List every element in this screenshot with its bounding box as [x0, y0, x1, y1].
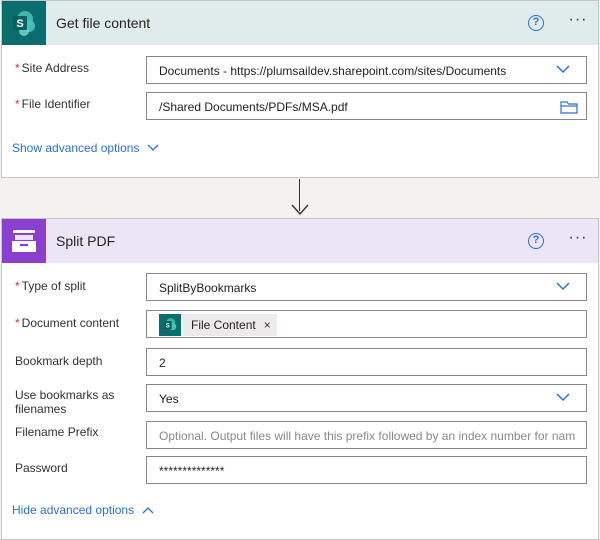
type-of-split-label: * Type of split	[15, 279, 86, 293]
chevron-down-icon[interactable]	[556, 281, 570, 291]
show-advanced-options-text: Show advanced options	[12, 141, 140, 155]
folder-icon[interactable]	[560, 100, 578, 114]
file-identifier-label: * File Identifier	[15, 97, 90, 111]
document-content-input[interactable]: S File Content ×	[146, 310, 587, 338]
document-content-label: * Document content	[15, 316, 119, 330]
svg-text:S: S	[16, 18, 23, 30]
svg-text:S: S	[166, 322, 170, 329]
card-title: Split PDF	[56, 233, 116, 249]
file-content-token[interactable]: S File Content ×	[159, 314, 277, 336]
plumsail-documents-icon	[2, 219, 46, 263]
token-label: File Content	[191, 318, 256, 332]
chevron-down-icon[interactable]	[556, 392, 570, 402]
file-identifier-label-text: File Identifier	[21, 97, 91, 111]
hide-advanced-options-link[interactable]: Hide advanced options	[12, 503, 154, 517]
help-icon[interactable]: ?	[528, 233, 544, 249]
type-of-split-dropdown[interactable]: SplitByBookmarks	[146, 273, 587, 301]
filename-prefix-input[interactable]: Optional. Output files will have this pr…	[146, 421, 587, 449]
arrow-down-icon	[291, 204, 309, 216]
bookmark-depth-label: Bookmark depth	[15, 354, 103, 368]
chevron-down-icon	[147, 144, 159, 151]
document-content-label-text: Document content	[21, 316, 120, 330]
password-label: Password	[15, 461, 68, 475]
bookmark-depth-value: 2	[159, 356, 166, 370]
hide-advanced-options-text: Hide advanced options	[12, 503, 135, 517]
required-marker: *	[15, 279, 20, 293]
split-pdf-card: Split PDF ? ··· * Type of split SplitByBo…	[1, 218, 599, 540]
required-marker: *	[15, 61, 20, 75]
card-header[interactable]: Split PDF ? ···	[2, 219, 598, 263]
site-address-label: * Site Address	[15, 61, 89, 75]
site-address-label-text: Site Address	[21, 61, 90, 75]
type-of-split-value: SplitByBookmarks	[159, 281, 257, 295]
password-input[interactable]: **************	[146, 456, 587, 484]
file-identifier-value: /Shared Documents/PDFs/MSA.pdf	[159, 100, 348, 114]
remove-token-icon[interactable]: ×	[264, 318, 271, 332]
use-bookmarks-as-filenames-dropdown[interactable]: Yes	[146, 384, 587, 412]
required-marker: *	[15, 316, 20, 330]
more-options-icon[interactable]: ···	[566, 230, 590, 249]
chevron-up-icon	[142, 507, 154, 514]
file-identifier-input[interactable]: /Shared Documents/PDFs/MSA.pdf	[146, 92, 587, 120]
filename-prefix-placeholder: Optional. Output files will have this pr…	[159, 429, 576, 443]
card-header[interactable]: S Get file content ? ···	[2, 1, 598, 45]
password-value: **************	[159, 464, 225, 478]
filename-prefix-label: Filename Prefix	[15, 425, 99, 439]
use-bookmarks-as-filenames-label: Use bookmarks as filenames	[15, 388, 115, 416]
card-title: Get file content	[56, 15, 151, 31]
chevron-down-icon[interactable]	[556, 64, 570, 74]
site-address-dropdown[interactable]: Documents - https://plumsaildev.sharepoi…	[146, 56, 587, 84]
type-of-split-label-text: Type of split	[21, 279, 86, 293]
sharepoint-icon: S	[2, 1, 46, 45]
more-options-icon[interactable]: ···	[566, 12, 590, 31]
bookmark-depth-input[interactable]: 2	[146, 348, 587, 376]
help-icon[interactable]: ?	[528, 15, 544, 31]
use-bookmarks-value: Yes	[159, 392, 179, 406]
required-marker: *	[15, 97, 20, 111]
sharepoint-icon: S	[159, 314, 181, 336]
get-file-content-card: S Get file content ? ··· * Site Address D…	[1, 0, 599, 178]
site-address-value: Documents - https://plumsaildev.sharepoi…	[159, 64, 507, 78]
show-advanced-options-link[interactable]: Show advanced options	[12, 141, 159, 155]
